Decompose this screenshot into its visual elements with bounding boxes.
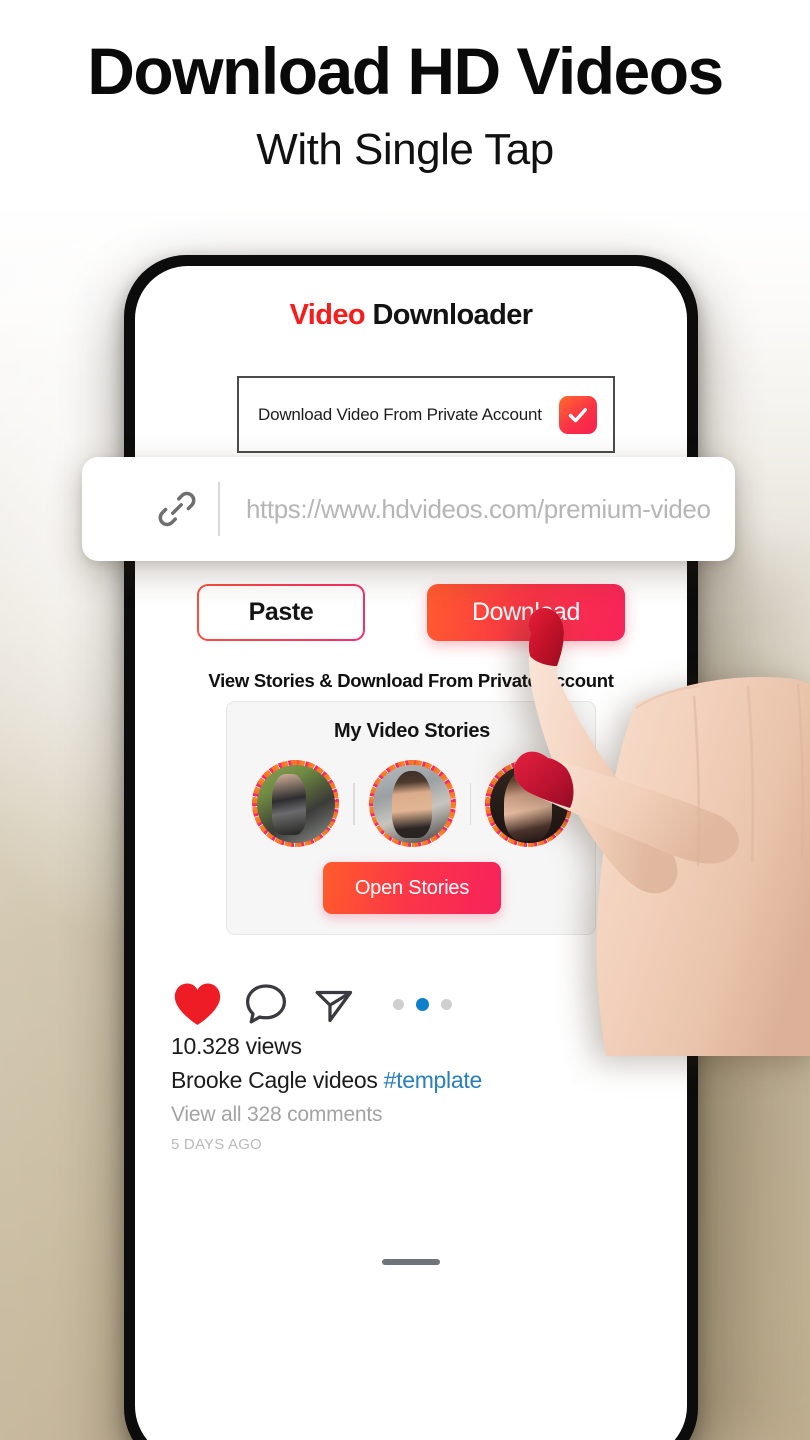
avatar	[489, 764, 568, 843]
stories-card: My Video Stories Open Stories	[226, 701, 596, 935]
url-input-card[interactable]: https://www.hdvideos.com/premium-video	[82, 457, 735, 561]
page-dot[interactable]	[393, 998, 404, 1010]
view-comments-link[interactable]: View all 328 comments	[171, 1100, 641, 1129]
bookmark-icon[interactable]	[603, 978, 653, 1030]
avatar	[256, 764, 335, 843]
headline-block: Download HD Videos With Single Tap	[0, 34, 810, 175]
link-icon	[154, 486, 200, 532]
post-timestamp: 5 DAYS AGO	[171, 1136, 262, 1154]
story-ring-1	[252, 760, 339, 847]
avatar	[373, 764, 451, 843]
phone-mockup-frame: Video Downloader Download Video From Pri…	[124, 255, 698, 1440]
story-avatar-2[interactable]	[368, 760, 456, 847]
heart-icon[interactable]	[169, 979, 225, 1029]
url-field-divider	[218, 482, 220, 536]
story-avatar-3[interactable]	[485, 760, 572, 847]
checkmark-icon	[568, 407, 587, 422]
open-stories-button[interactable]: Open Stories	[323, 862, 501, 914]
caption-text: Brooke Cagle videos	[171, 1066, 384, 1093]
post-caption: Brooke Cagle videos #template	[171, 1065, 641, 1096]
avatar-divider	[469, 782, 471, 825]
app-title: Video Downloader	[135, 299, 687, 332]
post-action-row	[169, 978, 653, 1030]
paste-button[interactable]: Paste	[197, 584, 365, 641]
page-dot[interactable]	[441, 998, 452, 1010]
story-ring-3	[485, 760, 572, 847]
carousel-page-dots	[393, 997, 452, 1011]
download-button[interactable]: Download	[427, 584, 625, 641]
phone-screen: Video Downloader Download Video From Pri…	[135, 266, 687, 1440]
view-count: 10.328 views	[171, 1033, 302, 1059]
private-account-label: Download Video From Private Account	[258, 404, 542, 424]
private-account-row[interactable]: Download Video From Private Account	[237, 376, 615, 453]
comment-icon[interactable]	[239, 979, 293, 1029]
private-account-checkbox[interactable]	[559, 395, 597, 434]
stories-caption: View Stories & Download From Private Acc…	[208, 670, 614, 691]
app-title-rest: Downloader	[365, 299, 533, 331]
action-button-row: Paste Download	[135, 584, 687, 641]
stories-card-title: My Video Stories	[334, 720, 490, 742]
url-input[interactable]: https://www.hdvideos.com/premium-video	[246, 494, 711, 525]
story-avatar-1[interactable]	[252, 760, 339, 847]
share-icon[interactable]	[307, 979, 361, 1029]
page-subtitle: With Single Tap	[256, 125, 554, 175]
caption-hashtag[interactable]: #template	[384, 1067, 483, 1093]
home-indicator[interactable]	[382, 1259, 440, 1265]
page-title: Download HD Videos	[87, 34, 724, 108]
page-dot-active[interactable]	[416, 997, 429, 1011]
avatar-divider	[353, 782, 355, 825]
stories-avatar-row	[227, 760, 597, 847]
app-title-accent: Video	[289, 299, 366, 331]
story-ring-2	[368, 760, 456, 847]
post-text-block: 10.328 views Brooke Cagle videos #templa…	[171, 1032, 641, 1157]
